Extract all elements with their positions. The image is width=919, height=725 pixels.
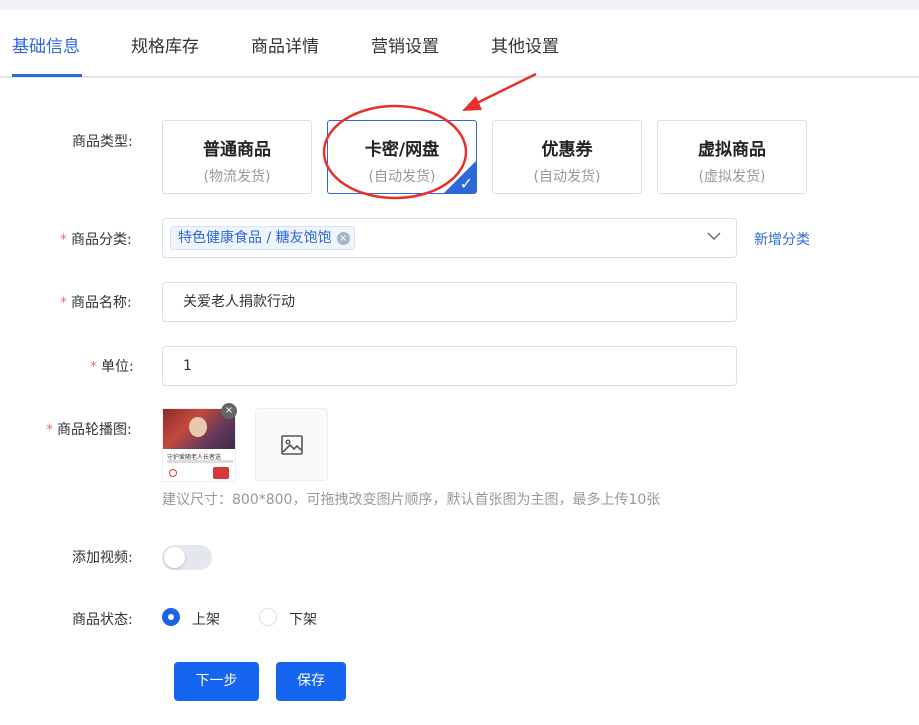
name-label: * 商品名称: (60, 292, 132, 312)
type-card-subtitle: (物流发货) (203, 169, 271, 185)
name-label-text: 商品名称: (71, 295, 132, 311)
next-step-button[interactable]: 下一步 (174, 662, 259, 701)
tab-spec-stock[interactable]: 规格库存 (131, 32, 199, 57)
thumbnail-figure (189, 417, 207, 437)
category-label-text: 商品分类: (71, 232, 132, 248)
annotation-arrow-head (462, 96, 482, 111)
top-strip (0, 0, 919, 10)
status-label: 商品状态: (72, 612, 133, 628)
annotation-arrow-shaft (474, 72, 537, 106)
thumbnail-stamp (213, 467, 229, 479)
category-tag: 特色健康食品 / 糖友饱饱 × (170, 226, 355, 250)
type-card-physical[interactable]: 普通商品 (物流发货) (162, 120, 312, 194)
unit-label-text: 单位: (101, 359, 134, 375)
active-tab-indicator (12, 74, 82, 77)
video-label: 添加视频: (72, 550, 133, 566)
category-label: * 商品分类: (60, 229, 132, 249)
unit-input[interactable]: 1 (162, 346, 737, 386)
category-select[interactable]: 特色健康食品 / 糖友饱饱 × (162, 218, 737, 258)
type-card-title: 优惠券 (541, 140, 593, 160)
type-card-title: 普通商品 (203, 140, 271, 160)
product-type-label: 商品类型: (72, 134, 133, 150)
tab-marketing[interactable]: 营销设置 (371, 32, 439, 57)
required-mark: * (46, 422, 53, 438)
type-card-subtitle: (虚拟发货) (698, 169, 766, 185)
thumbnail-logo (169, 469, 177, 477)
upload-image-button[interactable] (255, 408, 328, 481)
thumbnail-text-line (167, 460, 233, 463)
status-radio-on-shelf[interactable] (162, 608, 180, 626)
carousel-hint: 建议尺寸：800*800，可拖拽改变图片顺序，默认首张图为主图，最多上传10张 (162, 492, 661, 508)
required-mark: * (60, 295, 67, 311)
tab-basic-info[interactable]: 基础信息 (12, 32, 80, 57)
carousel-label: * 商品轮播图: (46, 419, 132, 439)
carousel-label-text: 商品轮播图: (57, 422, 132, 438)
chevron-down-icon[interactable] (706, 228, 722, 244)
tab-product-detail[interactable]: 商品详情 (251, 32, 319, 57)
type-card-virtual[interactable]: 虚拟商品 (虚拟发货) (657, 120, 807, 194)
type-card-card-code[interactable]: 卡密/网盘 (自动发货) ✓ (327, 120, 477, 194)
product-name-input[interactable]: 关爱老人捐款行动 (162, 282, 737, 322)
required-mark: * (90, 359, 97, 375)
save-button[interactable]: 保存 (276, 662, 346, 701)
status-radio-on-shelf-label[interactable]: 上架 (192, 609, 220, 629)
category-tag-text: 特色健康食品 / 糖友饱饱 (178, 230, 332, 246)
check-icon: ✓ (459, 174, 473, 193)
add-category-link[interactable]: 新增分类 (754, 229, 810, 249)
toggle-knob (164, 547, 185, 568)
video-toggle[interactable] (162, 545, 212, 570)
tag-close-icon[interactable]: × (336, 232, 350, 245)
tab-other-settings[interactable]: 其他设置 (491, 32, 559, 57)
remove-image-icon[interactable]: × (221, 403, 237, 419)
required-mark: * (60, 232, 67, 248)
tab-bar: 基础信息 规格库存 商品详情 营销设置 其他设置 (0, 10, 919, 78)
type-card-title: 虚拟商品 (698, 140, 766, 160)
status-radio-off-shelf-label[interactable]: 下架 (289, 609, 317, 629)
type-card-coupon[interactable]: 优惠券 (自动发货) (492, 120, 642, 194)
type-card-title: 卡密/网盘 (364, 140, 440, 160)
carousel-image-thumbnail[interactable]: 守护爱随老人长者送 (162, 408, 236, 482)
image-icon (281, 435, 303, 455)
type-card-subtitle: (自动发货) (533, 169, 601, 185)
unit-label: * 单位: (90, 356, 134, 376)
status-radio-off-shelf[interactable] (259, 608, 277, 626)
